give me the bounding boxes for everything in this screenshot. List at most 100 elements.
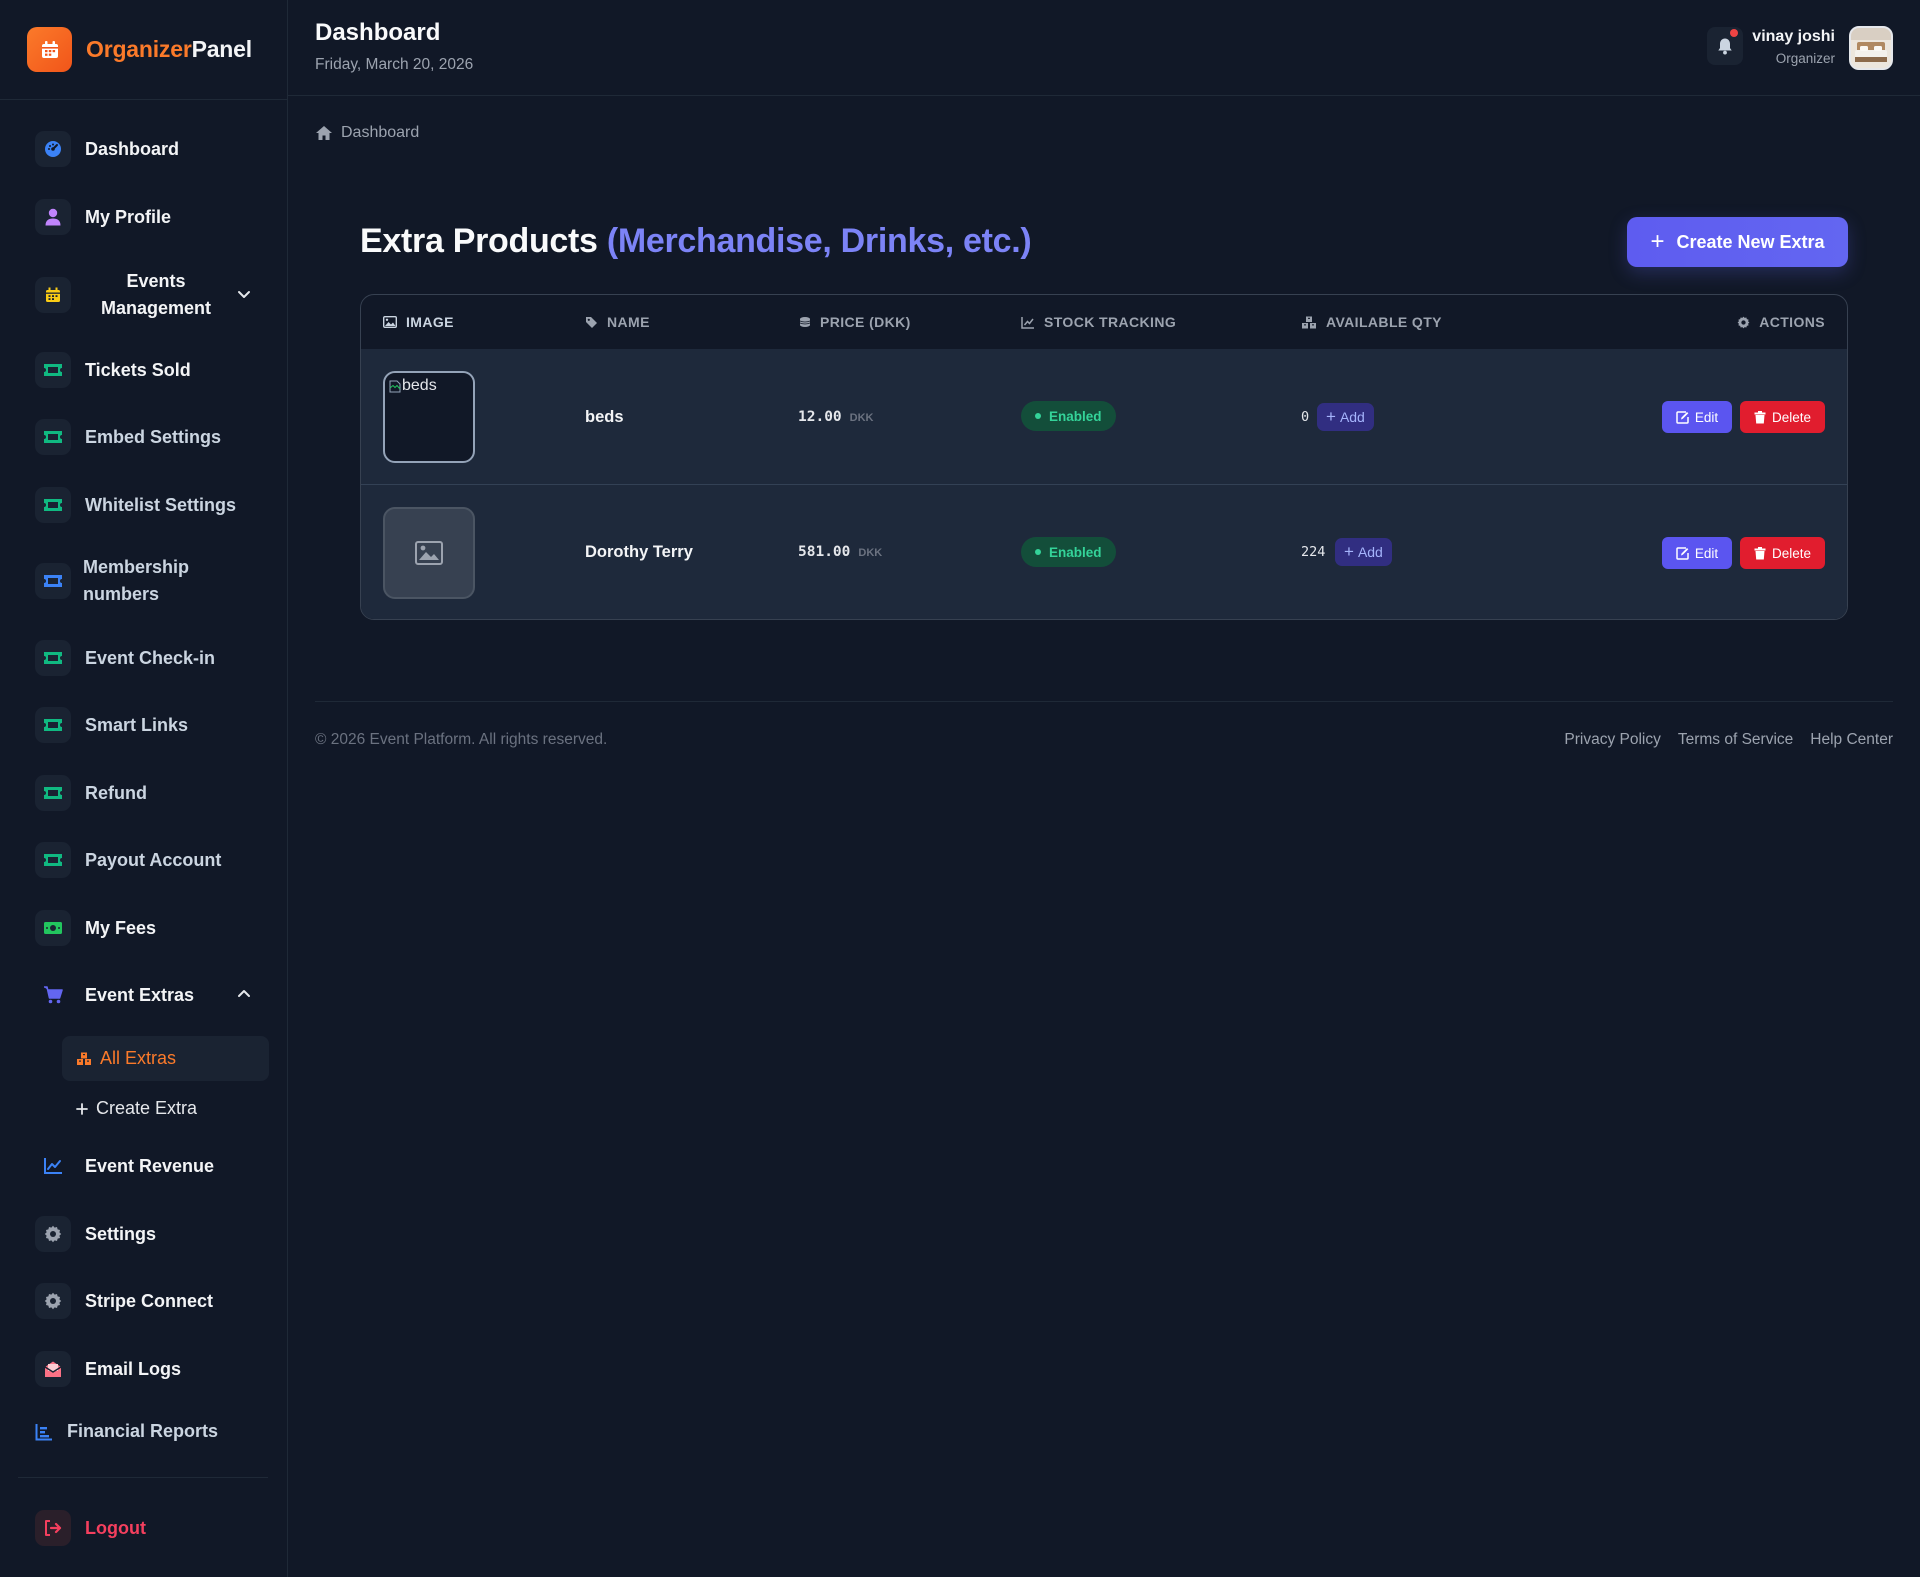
bar-chart-icon — [35, 1423, 53, 1441]
sidebar-item-settings[interactable]: Settings — [35, 1216, 271, 1252]
edit-button[interactable]: Edit — [1662, 401, 1732, 433]
page-title: Dashboard — [315, 19, 441, 46]
sidebar-item-embed-settings[interactable]: Embed Settings — [35, 419, 271, 455]
envelope-open-icon — [35, 1351, 71, 1387]
sidebar-item-logout[interactable]: Logout — [35, 1510, 271, 1546]
column-header-actions: ACTIONS — [1737, 314, 1825, 330]
breadcrumb[interactable]: Dashboard — [315, 124, 419, 142]
table-row: beds beds 12.00 DKK Enabled 0 + Add Edit D… — [361, 349, 1847, 485]
sidebar-subitem-all-extras[interactable]: All Extras — [62, 1036, 269, 1081]
section-title: Extra Products (Merchandise, Drinks, etc… — [360, 222, 1032, 260]
broken-image-alt: beds — [389, 377, 437, 395]
sidebar-item-label: Whitelist Settings — [85, 494, 237, 515]
product-name: Dorothy Terry — [585, 543, 693, 561]
sidebar-item-membership-numbers[interactable]: Membership numbers — [35, 554, 271, 608]
sidebar-item-event-extras[interactable]: Event Extras — [35, 977, 271, 1013]
ticket-icon — [35, 707, 71, 743]
status-dot — [1035, 413, 1041, 419]
help-center-link[interactable]: Help Center — [1810, 731, 1893, 749]
delete-button[interactable]: Delete — [1740, 537, 1825, 569]
status-badge: Enabled — [1021, 537, 1116, 567]
chevron-down-icon — [237, 287, 251, 306]
sidebar-item-label: Logout — [85, 1517, 146, 1538]
tag-icon — [585, 316, 598, 329]
sidebar-item-my-fees[interactable]: My Fees — [35, 910, 271, 946]
table-row: Dorothy Terry 581.00 DKK Enabled 224 + Add… — [361, 485, 1847, 619]
add-stock-button[interactable]: + Add — [1335, 538, 1392, 566]
sidebar-item-smart-links[interactable]: Smart Links — [35, 707, 271, 743]
status-badge: Enabled — [1021, 401, 1116, 431]
calendar-logo-icon — [27, 27, 72, 72]
edit-icon — [1676, 546, 1689, 560]
plus-icon: + — [1650, 228, 1665, 255]
sidebar-item-event-check-in[interactable]: Event Check-in — [35, 640, 271, 676]
sidebar-item-dashboard[interactable]: Dashboard — [35, 131, 271, 167]
sidebar-item-label: Refund — [85, 782, 147, 803]
footer-links: Privacy Policy Terms of Service Help Cen… — [1564, 731, 1893, 749]
notification-dot — [1730, 29, 1738, 37]
coins-icon — [798, 316, 811, 329]
delete-button[interactable]: Delete — [1740, 401, 1825, 433]
user-role: Organizer — [1775, 51, 1835, 66]
sidebar-item-label: Dashboard — [85, 138, 180, 159]
ticket-icon — [35, 563, 71, 599]
plus-icon: + — [1326, 407, 1336, 426]
sidebar-item-label: My Profile — [85, 206, 172, 227]
sidebar-item-stripe-connect[interactable]: Stripe Connect — [35, 1283, 271, 1319]
status-dot — [1035, 549, 1041, 555]
boxes-icon — [1301, 316, 1317, 329]
bell-icon — [1717, 37, 1733, 55]
sidebar-item-email-logs[interactable]: Email Logs — [35, 1351, 271, 1387]
currency-label: DKK — [858, 547, 883, 559]
image-icon — [383, 316, 397, 328]
sidebar-item-my-profile[interactable]: My Profile — [35, 199, 271, 235]
sidebar-item-label: Membership numbers — [83, 557, 190, 604]
edit-button[interactable]: Edit — [1662, 537, 1732, 569]
sidebar-item-label: My Fees — [85, 917, 157, 938]
brand[interactable]: OrganizerPanel — [0, 0, 287, 100]
column-header-available-qty: AVAILABLE QTY — [1301, 314, 1442, 330]
product-image-broken: beds — [383, 371, 475, 463]
money-icon — [35, 910, 71, 946]
logout-icon — [35, 1510, 71, 1546]
create-new-extra-button[interactable]: + Create New Extra — [1627, 217, 1848, 267]
sidebar-item-label: Event Check-in — [85, 647, 216, 668]
chart-line-icon — [1021, 316, 1035, 329]
copyright: © 2026 Event Platform. All rights reserv… — [315, 731, 608, 748]
sidebar-item-tickets-sold[interactable]: Tickets Sold — [35, 352, 271, 388]
sidebar-item-whitelist-settings[interactable]: Whitelist Settings — [35, 487, 271, 523]
user-name[interactable]: vinay joshi — [1752, 28, 1835, 46]
table-header: IMAGE NAME PRICE (DKK) STOCK TRACKING AV… — [361, 295, 1847, 349]
privacy-policy-link[interactable]: Privacy Policy — [1564, 731, 1660, 749]
avatar[interactable] — [1849, 26, 1893, 70]
extras-table: IMAGE NAME PRICE (DKK) STOCK TRACKING AV… — [360, 294, 1848, 620]
plus-icon — [76, 1102, 88, 1115]
notifications-button[interactable] — [1707, 27, 1743, 65]
sidebar-item-financial-reports[interactable]: Financial Reports — [35, 1418, 271, 1445]
sidebar-item-event-revenue[interactable]: Event Revenue — [35, 1148, 271, 1184]
terms-of-service-link[interactable]: Terms of Service — [1678, 731, 1793, 749]
add-stock-button[interactable]: + Add — [1317, 403, 1374, 431]
sidebar-item-payout-account[interactable]: Payout Account — [35, 842, 271, 878]
sidebar-divider — [18, 1477, 268, 1478]
sidebar-item-refund[interactable]: Refund — [35, 775, 271, 811]
ticket-icon — [35, 842, 71, 878]
chevron-up-icon — [237, 987, 251, 1006]
ticket-icon — [35, 640, 71, 676]
ticket-icon — [35, 419, 71, 455]
section-title-accent: (Merchandise, Drinks, etc.) — [606, 222, 1032, 260]
product-image-placeholder — [383, 507, 475, 599]
gear-icon — [35, 1283, 71, 1319]
sidebar-item-label: Events Management — [100, 271, 212, 318]
calendar-icon — [35, 277, 71, 313]
sidebar-item-label: Email Logs — [85, 1358, 182, 1379]
sidebar: OrganizerPanel Dashboard My Profile Even… — [0, 0, 288, 1577]
sidebar-item-events-management[interactable]: Events Management — [35, 268, 271, 322]
gear-icon — [1737, 316, 1750, 329]
sidebar-subitem-create-extra[interactable]: Create Extra — [62, 1086, 269, 1131]
sidebar-item-label: Payout Account — [85, 849, 222, 870]
sidebar-item-label: Smart Links — [85, 714, 189, 735]
brand-name: OrganizerPanel — [86, 36, 252, 62]
cart-icon — [35, 977, 71, 1013]
gear-icon — [35, 1216, 71, 1252]
